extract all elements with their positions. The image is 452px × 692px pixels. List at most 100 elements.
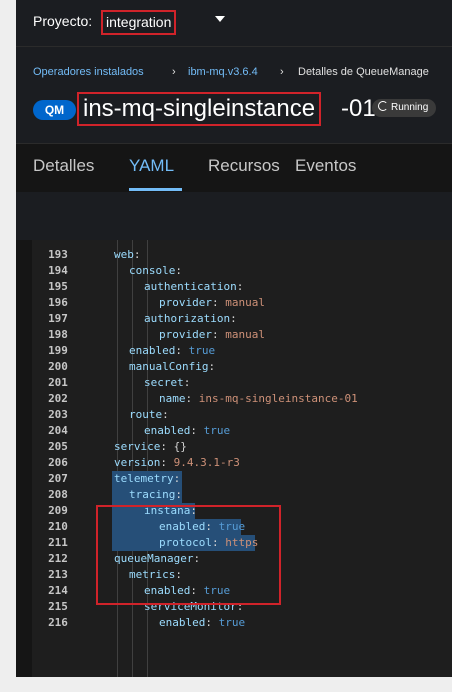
- yaml-value: 9.4.3.1-r3: [173, 456, 240, 469]
- line-number: 198: [48, 328, 68, 341]
- chevron-right-icon: ›: [280, 66, 284, 78]
- yaml-separator: :: [236, 280, 244, 293]
- status-badge: Running: [372, 99, 437, 117]
- yaml-key: enabled: [129, 344, 176, 357]
- line-number: 211: [48, 536, 68, 549]
- resource-kind-badge: QM: [33, 100, 76, 120]
- code-line: 216 enabled: true: [32, 615, 452, 631]
- code-line: 207 telemetry:: [32, 471, 452, 487]
- yaml-value: manual: [225, 296, 265, 309]
- code-text: secret:: [144, 375, 190, 391]
- yaml-value: true: [203, 424, 231, 437]
- project-selector[interactable]: integration: [101, 10, 177, 35]
- yaml-separator: :: [211, 328, 226, 341]
- code-text: provider: manual: [159, 327, 265, 343]
- line-number: 214: [48, 584, 68, 597]
- yaml-value: ins-mq-singleinstance-01: [198, 392, 358, 405]
- active-tab-indicator: [129, 188, 182, 191]
- code-text: enabled: true: [129, 343, 215, 359]
- chevron-right-icon: ›: [172, 66, 176, 78]
- code-text: version: 9.4.3.1-r3: [114, 455, 240, 471]
- code-text: provider: manual: [159, 295, 265, 311]
- tab-bar: Detalles YAML Recursos Eventos: [16, 143, 452, 193]
- status-text: Running: [391, 102, 429, 113]
- line-number: 208: [48, 488, 68, 501]
- tab-details[interactable]: Detalles: [33, 156, 94, 176]
- yaml-separator: :: [160, 456, 174, 469]
- tab-yaml[interactable]: YAML: [129, 156, 174, 176]
- resource-header: Operadores instalados › ibm-mq.v3.6.4 › …: [16, 47, 452, 143]
- code-text: tracing:: [129, 487, 182, 503]
- yaml-key: service: [114, 440, 161, 453]
- line-number: 195: [48, 280, 68, 293]
- yaml-key: console: [129, 264, 176, 277]
- line-number: 202: [48, 392, 68, 405]
- line-number: 213: [48, 568, 68, 581]
- code-text: console:: [129, 263, 182, 279]
- code-line: 205 service: {}: [32, 439, 452, 455]
- line-number: 203: [48, 408, 68, 421]
- code-line: 201 secret:: [32, 375, 452, 391]
- yaml-key: version: [114, 456, 161, 469]
- yaml-separator: :: [211, 296, 226, 309]
- yaml-key: manualConfig: [129, 360, 209, 373]
- code-text: enabled: true: [159, 615, 245, 631]
- yaml-value: {}: [173, 440, 187, 453]
- yaml-separator: :: [160, 440, 174, 453]
- line-number: 215: [48, 600, 68, 613]
- code-line: 202 name: ins-mq-singleinstance-01: [32, 391, 452, 407]
- code-text: authentication:: [144, 279, 243, 295]
- code-line: 197 authorization:: [32, 311, 452, 327]
- yaml-value: true: [218, 616, 246, 629]
- code-line: 208 tracing:: [32, 487, 452, 503]
- yaml-key: provider: [159, 328, 212, 341]
- yaml-separator: :: [230, 312, 237, 325]
- line-number: 206: [48, 456, 68, 469]
- code-text: enabled: true: [144, 423, 230, 439]
- yaml-separator: :: [185, 392, 199, 405]
- yaml-separator: :: [175, 264, 182, 277]
- breadcrumb-installed-operators[interactable]: Operadores instalados: [33, 66, 144, 78]
- highlight-box-telemetry: [96, 505, 281, 605]
- yaml-editor[interactable]: 193 web: 194 console: 195 authentication: 196 p…: [32, 240, 452, 677]
- yaml-separator: :: [173, 472, 181, 485]
- code-text: telemetry:: [114, 471, 180, 487]
- code-line: 199 enabled: true: [32, 343, 452, 359]
- yaml-key: tracing: [129, 488, 176, 501]
- yaml-key: telemetry: [114, 472, 174, 485]
- yaml-key: route: [129, 408, 163, 421]
- code-text: name: ins-mq-singleinstance-01: [159, 391, 358, 407]
- project-bar: Proyecto: integration: [16, 0, 452, 47]
- yaml-value: manual: [225, 328, 265, 341]
- code-text: authorization:: [144, 311, 237, 327]
- yaml-key: provider: [159, 296, 212, 309]
- yaml-separator: :: [208, 360, 216, 373]
- code-line: 194 console:: [32, 263, 452, 279]
- line-number: 199: [48, 344, 68, 357]
- caret-down-icon[interactable]: [215, 16, 225, 22]
- resource-name: ins-mq-singleinstance: [77, 92, 322, 126]
- editor-toolbar: [16, 192, 452, 240]
- yaml-separator: :: [183, 376, 191, 389]
- yaml-key: enabled: [159, 616, 206, 629]
- yaml-separator: :: [175, 488, 182, 501]
- tab-events[interactable]: Eventos: [295, 156, 356, 176]
- yaml-separator: :: [133, 248, 141, 261]
- code-line: 198 provider: manual: [32, 327, 452, 343]
- tab-resources[interactable]: Recursos: [208, 156, 280, 176]
- code-line: 193 web:: [32, 247, 452, 263]
- yaml-separator: :: [205, 616, 219, 629]
- line-number: 216: [48, 616, 68, 629]
- line-number: 204: [48, 424, 68, 437]
- line-number: 200: [48, 360, 68, 373]
- yaml-separator: :: [175, 344, 189, 357]
- resource-name-suffix: -01: [341, 95, 376, 122]
- code-line: 204 enabled: true: [32, 423, 452, 439]
- line-number: 212: [48, 552, 68, 565]
- code-line: 195 authentication:: [32, 279, 452, 295]
- code-line: 206 version: 9.4.3.1-r3: [32, 455, 452, 471]
- sync-icon: [378, 101, 388, 111]
- yaml-separator: :: [190, 424, 204, 437]
- breadcrumb-operator-version[interactable]: ibm-mq.v3.6.4: [188, 66, 258, 78]
- code-text: web:: [114, 247, 141, 263]
